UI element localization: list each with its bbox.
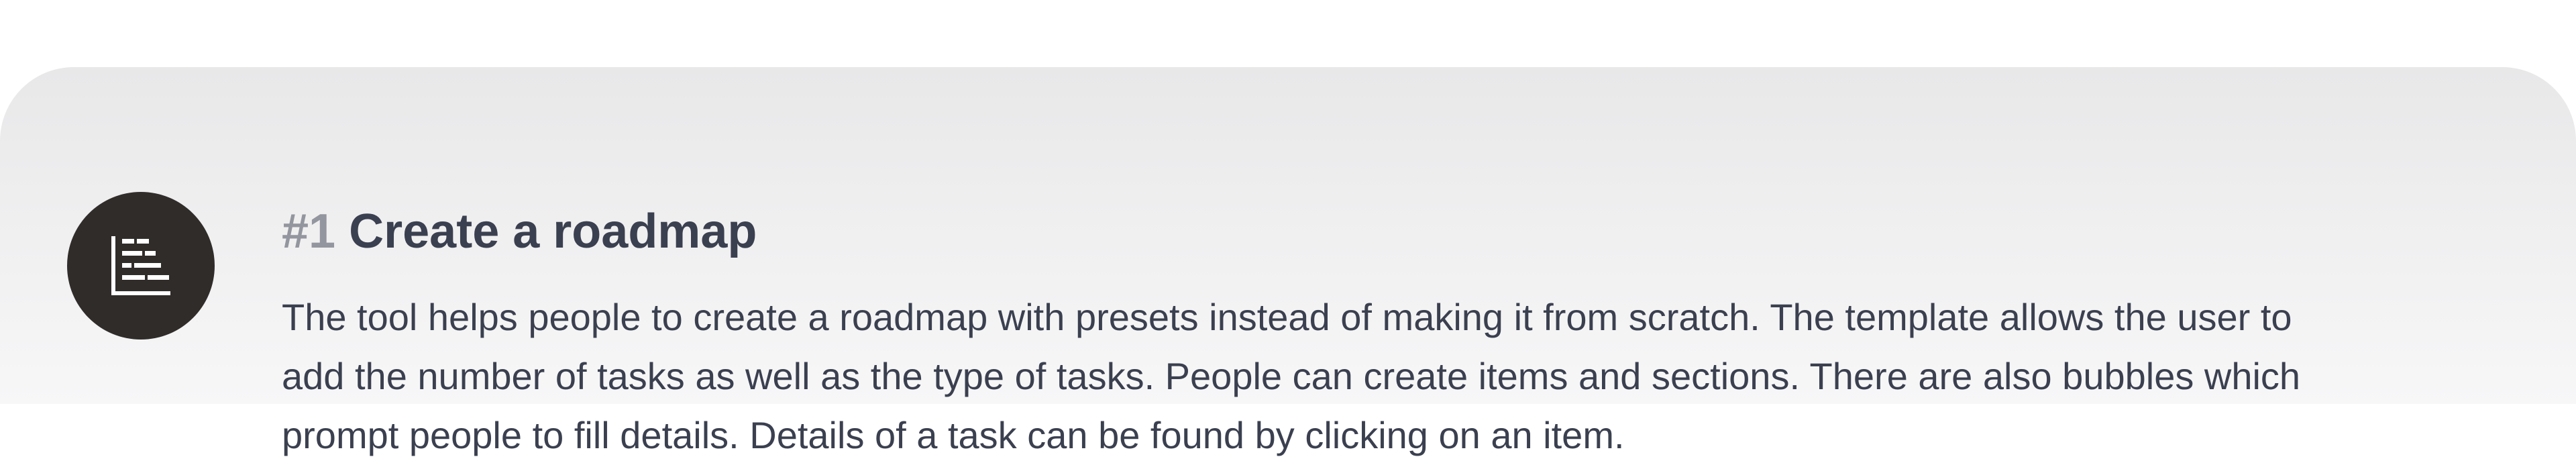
- roadmap-icon-badge: [67, 192, 215, 340]
- item-number: #1: [282, 205, 336, 258]
- feature-card: #1 Create a roadmap The tool helps peopl…: [0, 67, 2576, 456]
- roadmap-gantt-icon: [111, 236, 170, 295]
- item-title: #1 Create a roadmap: [282, 199, 757, 264]
- description-line: prompt people to fill details. Details o…: [282, 414, 1625, 456]
- description-line: The tool helps people to create a roadma…: [282, 296, 2292, 338]
- item-title-text: Create a roadmap: [349, 205, 757, 258]
- description-line: add the number of tasks as well as the t…: [282, 355, 2301, 397]
- item-description: The tool helps people to create a roadma…: [282, 288, 2536, 465]
